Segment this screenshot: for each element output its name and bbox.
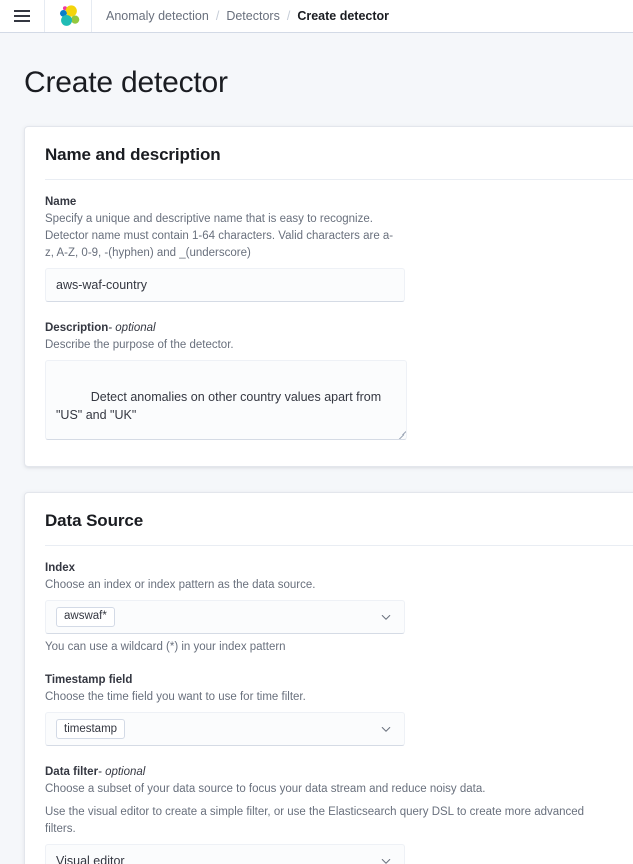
detector-name-value: aws-waf-country	[56, 278, 147, 293]
panel-title-data-source: Data Source	[45, 511, 144, 531]
data-filter-optional-tag: - optional	[98, 766, 146, 779]
timestamp-selected-pill[interactable]: timestamp	[56, 719, 126, 740]
detector-description-value: Detect anomalies on other country values…	[56, 390, 385, 423]
page-title: Create detector	[24, 66, 228, 99]
description-field-help: Describe the purpose of the detector.	[45, 339, 234, 352]
menu-button[interactable]	[0, 0, 45, 32]
field-index: Index Choose an index or index pattern a…	[45, 562, 633, 656]
name-field-help: Specify a unique and descriptive name th…	[45, 213, 394, 260]
name-and-description-panel: Name and description Name Specify a uniq…	[24, 126, 633, 468]
field-description: Description- optional Describe the purpo…	[45, 322, 633, 441]
description-optional-tag: - optional	[108, 322, 156, 335]
panel-divider	[45, 179, 633, 180]
hamburger-menu-icon[interactable]	[14, 10, 30, 22]
page-body: Create detector Name and description Nam…	[0, 33, 633, 864]
description-label-text: Description	[45, 322, 109, 335]
panel-title-name-and-description: Name and description	[45, 145, 221, 164]
index-combobox[interactable]: awswaf*	[45, 600, 405, 635]
elastic-logo-icon	[59, 4, 79, 26]
index-wildcard-hint: You can use a wildcard (*) in your index…	[45, 641, 286, 654]
chevron-down-icon[interactable]	[380, 855, 392, 864]
data-filter-editor-select[interactable]: Visual editor	[45, 844, 405, 864]
breadcrumb-create-detector: Create detector	[297, 9, 390, 23]
detector-description-textarea[interactable]: Detect anomalies on other country values…	[45, 360, 407, 441]
name-field-label: Name	[45, 196, 77, 208]
panel-divider	[45, 545, 633, 547]
data-filter-help-line-1: Choose a subset of your data source to f…	[45, 783, 486, 796]
breadcrumb-anomaly-detection[interactable]: Anomaly detection	[106, 9, 209, 23]
timestamp-field-help: Choose the time field you want to use fo…	[45, 691, 306, 704]
timestamp-combobox[interactable]: timestamp	[45, 712, 405, 747]
index-selected-pill[interactable]: awswaf*	[56, 607, 115, 628]
data-source-panel: Data Source Index Choose an index or ind…	[24, 492, 633, 864]
timestamp-field-label: Timestamp field	[45, 674, 133, 687]
breadcrumb-detectors[interactable]: Detectors	[226, 9, 280, 23]
data-filter-editor-value: Visual editor	[56, 854, 125, 864]
data-filter-field-label: Data filter- optional	[45, 766, 633, 778]
breadcrumb-separator: /	[286, 9, 291, 23]
breadcrumb: Anomaly detection / Detectors / Create d…	[92, 0, 389, 32]
field-name: Name Specify a unique and descriptive na…	[45, 196, 633, 303]
index-field-help: Choose an index or index pattern as the …	[45, 579, 316, 592]
field-timestamp: Timestamp field Choose the time field yo…	[45, 674, 633, 747]
data-filter-label-text: Data filter	[45, 766, 99, 779]
textarea-resize-handle-icon[interactable]	[394, 427, 404, 437]
chevron-down-icon[interactable]	[380, 611, 392, 623]
elastic-logo-button[interactable]	[45, 0, 92, 32]
field-data-filter: Data filter- optional Choose a subset of…	[45, 766, 633, 864]
detector-name-input[interactable]: aws-waf-country	[45, 268, 405, 303]
top-header-bar: Anomaly detection / Detectors / Create d…	[0, 0, 633, 33]
chevron-down-icon[interactable]	[380, 723, 392, 735]
breadcrumb-separator: /	[215, 9, 220, 23]
index-field-label: Index	[45, 562, 76, 575]
description-field-label: Description- optional	[45, 322, 633, 334]
data-filter-help-line-2: Use the visual editor to create a simple…	[45, 806, 585, 836]
